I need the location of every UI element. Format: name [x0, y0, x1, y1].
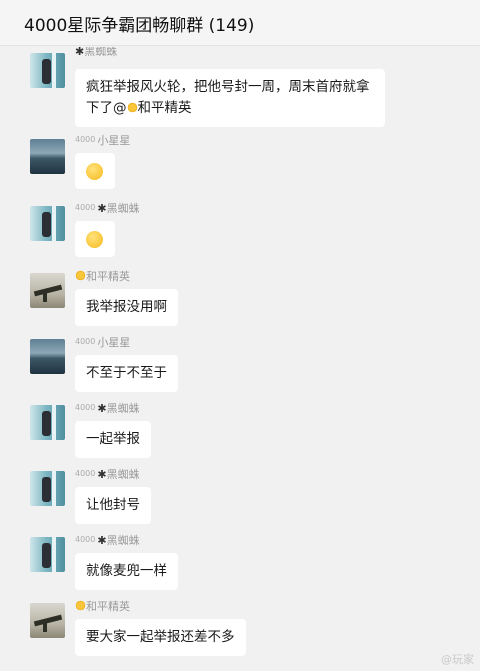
- message-text: 下了@: [86, 100, 127, 116]
- message-list[interactable]: ✱黑蜘蛛 疯狂举报风火轮，把他号封一周，周末首府就拿 下了@ 和平精英 4000 小…: [0, 47, 480, 671]
- sun-badge-icon: [75, 270, 86, 281]
- sender-name: 4000 ✱黑蜘蛛: [75, 402, 140, 415]
- mention-name[interactable]: 和平精英: [138, 100, 192, 116]
- message-bubble[interactable]: 疯狂举报风火轮，把他号封一周，周末首府就拿 下了@ 和平精英: [75, 69, 385, 127]
- sender-name: 和平精英: [75, 268, 130, 284]
- spider-badge-icon: ✱: [97, 468, 107, 481]
- message-text: 疯狂举报风火轮，把他号封一周，周末首府就拿: [86, 79, 370, 95]
- message-text: 不至于不至于: [86, 365, 167, 381]
- message-text: 让他封号: [86, 497, 140, 513]
- message-text: 就像麦兜一样: [86, 563, 167, 579]
- avatar[interactable]: [30, 273, 65, 308]
- avatar[interactable]: [30, 206, 65, 241]
- sender-name: 4000 ✱黑蜘蛛: [75, 202, 140, 215]
- message-bubble[interactable]: 一起举报: [75, 421, 151, 458]
- message-bubble[interactable]: 让他封号: [75, 487, 151, 524]
- sender-name: 4000 ✱黑蜘蛛: [75, 468, 140, 481]
- message-text: 要大家一起举报还差不多: [86, 629, 235, 645]
- sun-badge-icon: [75, 600, 86, 611]
- message-bubble[interactable]: 我举报没用啊: [75, 289, 178, 326]
- chat-header: 4000星际争霸团畅聊群 (149): [0, 0, 480, 46]
- sun-badge-icon: [126, 102, 138, 113]
- message-bubble[interactable]: [75, 153, 115, 189]
- sender-name: 4000 小星星: [75, 336, 131, 349]
- spider-badge-icon: ✱: [97, 202, 107, 215]
- message-bubble[interactable]: 就像麦兜一样: [75, 553, 178, 590]
- message-text: 我举报没用啊: [86, 299, 167, 315]
- avatar[interactable]: [30, 603, 65, 638]
- spider-badge-icon: ✱: [97, 534, 107, 547]
- sender-name: ✱黑蜘蛛: [75, 47, 118, 58]
- watermark: @玩家: [441, 653, 474, 666]
- avatar[interactable]: [30, 339, 65, 374]
- sender-name: 和平精英: [75, 598, 130, 614]
- avatar[interactable]: [30, 405, 65, 440]
- message-bubble[interactable]: 要大家一起举报还差不多: [75, 619, 246, 656]
- message-bubble[interactable]: [75, 221, 115, 257]
- spider-badge-icon: ✱: [97, 402, 107, 415]
- avatar[interactable]: [30, 53, 65, 88]
- laughing-emoji-icon: [86, 163, 103, 180]
- sender-name: 4000 小星星: [75, 134, 131, 147]
- avatar[interactable]: [30, 139, 65, 174]
- wink-emoji-icon: [86, 231, 103, 248]
- message-bubble[interactable]: 不至于不至于: [75, 355, 178, 392]
- spider-badge-icon: ✱: [75, 47, 85, 58]
- avatar[interactable]: [30, 471, 65, 506]
- message-text: 一起举报: [86, 431, 140, 447]
- sender-name: 4000 ✱黑蜘蛛: [75, 534, 140, 547]
- group-title[interactable]: 4000星际争霸团畅聊群 (149): [24, 11, 254, 36]
- avatar[interactable]: [30, 537, 65, 572]
